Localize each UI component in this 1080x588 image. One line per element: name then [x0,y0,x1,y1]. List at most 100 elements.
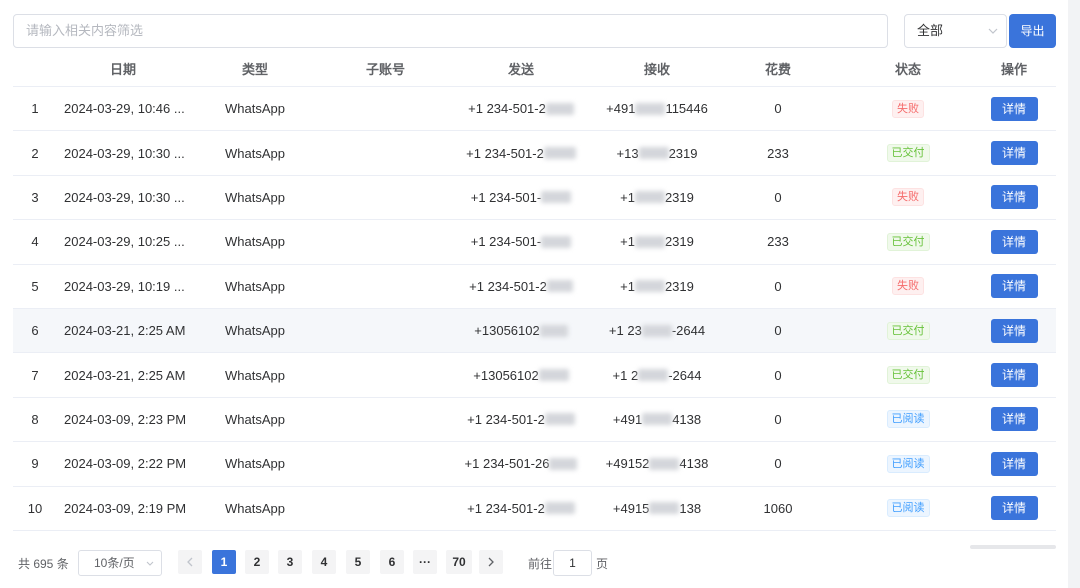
detail-button[interactable]: 详情 [990,96,1038,121]
redacted-mask [635,102,666,115]
export-button[interactable]: 导出 [1009,14,1056,48]
redacted-mask [541,191,572,204]
header-status[interactable]: 状态 [843,50,973,86]
row-send: +1 234-501-2 [453,487,589,530]
row-date: 2024-03-29, 10:19 ... [64,278,185,294]
page-size-value: 10条/页 [94,556,135,570]
send-number: +1 234-501-26 [464,456,550,472]
row-index: 3 [31,189,39,205]
table-row[interactable]: 6 2024-03-21, 2:25 AM WhatsApp +13056102 +1 … [13,308,1056,354]
detail-button[interactable]: 详情 [990,274,1038,299]
table-row[interactable]: 10 2024-03-09, 2:19 PM WhatsApp +1 234-501-… [13,487,1056,531]
header-subaccount[interactable]: 子账号 [323,50,448,86]
row-action: 详情 [973,353,1055,396]
row-index: 8 [31,411,39,427]
detail-button[interactable]: 详情 [990,451,1038,476]
redacted-mask [544,502,575,515]
header-fee[interactable]: 花费 [728,50,828,86]
row-index: 6 [31,323,39,339]
redacted-mask [634,191,665,204]
table-row[interactable]: 1 2024-03-29, 10:46 ... WhatsApp +1 234-501… [13,87,1056,132]
status-badge: 失败 [892,277,924,296]
receive-suffix: -2644 [668,367,702,383]
page-button[interactable]: 70 [446,550,472,574]
row-action: 详情 [973,87,1055,130]
row-status: 失败 [843,176,973,219]
table-horizontal-scrollbar[interactable] [970,545,1056,549]
row-send: +1 234-501-2 [453,131,589,174]
row-subaccount [323,353,448,396]
table-row[interactable]: 2 2024-03-29, 10:30 ... WhatsApp +1 234-501… [13,131,1056,176]
page-size-select[interactable]: 10条/页 [78,550,162,576]
row-type: WhatsApp [225,500,285,516]
detail-button[interactable]: 详情 [990,185,1038,210]
table-row[interactable]: 9 2024-03-09, 2:22 PM WhatsApp +1 234-501-2… [13,442,1056,487]
page-button[interactable]: 4 [312,550,336,574]
send-number: +1 234-501-2 [468,101,546,117]
row-subaccount [323,442,448,485]
redacted-mask [649,502,680,515]
detail-button[interactable]: 详情 [990,229,1038,254]
page-button[interactable]: 5 [346,550,370,574]
send-number: +1 234-501- [470,189,542,205]
row-fee: 0 [774,189,782,205]
page-button[interactable]: 1 [212,550,236,574]
row-index: 1 [31,101,39,117]
page-button[interactable]: 6 [380,550,404,574]
receive-prefix: +1 23 [608,323,642,339]
receive-prefix: +1 [620,189,635,205]
row-receive: +4915 138 [589,487,725,530]
status-badge: 失败 [892,99,924,118]
table-row[interactable]: 3 2024-03-29, 10:30 ... WhatsApp +1 234-501… [13,176,1056,221]
redacted-mask [641,324,672,337]
page-button[interactable]: 2 [245,550,269,574]
status-filter-select[interactable]: 全部 [904,14,1007,48]
detail-button[interactable]: 详情 [990,496,1038,521]
receive-suffix: 2319 [664,278,694,294]
page-ellipsis-button[interactable]: ··· [413,550,437,574]
row-date: 2024-03-21, 2:25 AM [64,323,186,339]
receive-prefix: +49152 [605,456,650,472]
send-number: +13056102 [473,367,539,383]
header-receive[interactable]: 接收 [589,50,725,86]
row-action: 详情 [973,398,1055,441]
receive-suffix: 138 [679,500,702,516]
row-receive: +1 2319 [589,220,725,263]
row-index: 9 [31,456,39,472]
header-send[interactable]: 发送 [453,50,589,86]
row-fee: 233 [767,145,789,161]
row-date: 2024-03-29, 10:46 ... [64,101,185,117]
window-scrollbar[interactable] [1068,0,1080,588]
redacted-mask [634,235,665,248]
status-badge: 已阅读 [886,499,930,518]
row-receive: +13 2319 [589,131,725,174]
prev-page-button[interactable] [178,550,202,574]
goto-page-input[interactable]: 1 [553,550,592,576]
detail-button[interactable]: 详情 [990,407,1038,432]
detail-button[interactable]: 详情 [990,363,1038,388]
receive-suffix: 2319 [664,234,694,250]
row-fee: 233 [767,234,789,250]
next-page-button[interactable] [479,550,503,574]
detail-button[interactable]: 详情 [990,141,1038,166]
receive-suffix: 115446 [665,101,708,117]
row-receive: +1 23 -2644 [589,309,725,352]
receive-prefix: +4915 [612,500,650,516]
row-send: +1 234-501-2 [453,87,589,130]
redacted-mask [649,457,680,470]
redacted-mask [538,369,569,382]
page-button[interactable]: 3 [278,550,302,574]
header-type[interactable]: 类型 [193,50,317,86]
table-row[interactable]: 5 2024-03-29, 10:19 ... WhatsApp +1 234-501… [13,265,1056,309]
redacted-mask [638,369,669,382]
row-receive: +1 2319 [589,176,725,219]
row-subaccount [323,487,448,530]
table-row[interactable]: 7 2024-03-21, 2:25 AM WhatsApp +13056102 +1 … [13,353,1056,398]
goto-suffix: 页 [596,557,609,571]
row-subaccount [323,176,448,219]
detail-button[interactable]: 详情 [990,318,1038,343]
search-input[interactable]: 请输入相关内容筛选 [13,14,888,48]
table-row[interactable]: 8 2024-03-09, 2:23 PM WhatsApp +1 234-501-2… [13,398,1056,443]
table-row[interactable]: 4 2024-03-29, 10:25 ... WhatsApp +1 234-501… [13,220,1056,265]
redacted-mask [638,147,669,160]
